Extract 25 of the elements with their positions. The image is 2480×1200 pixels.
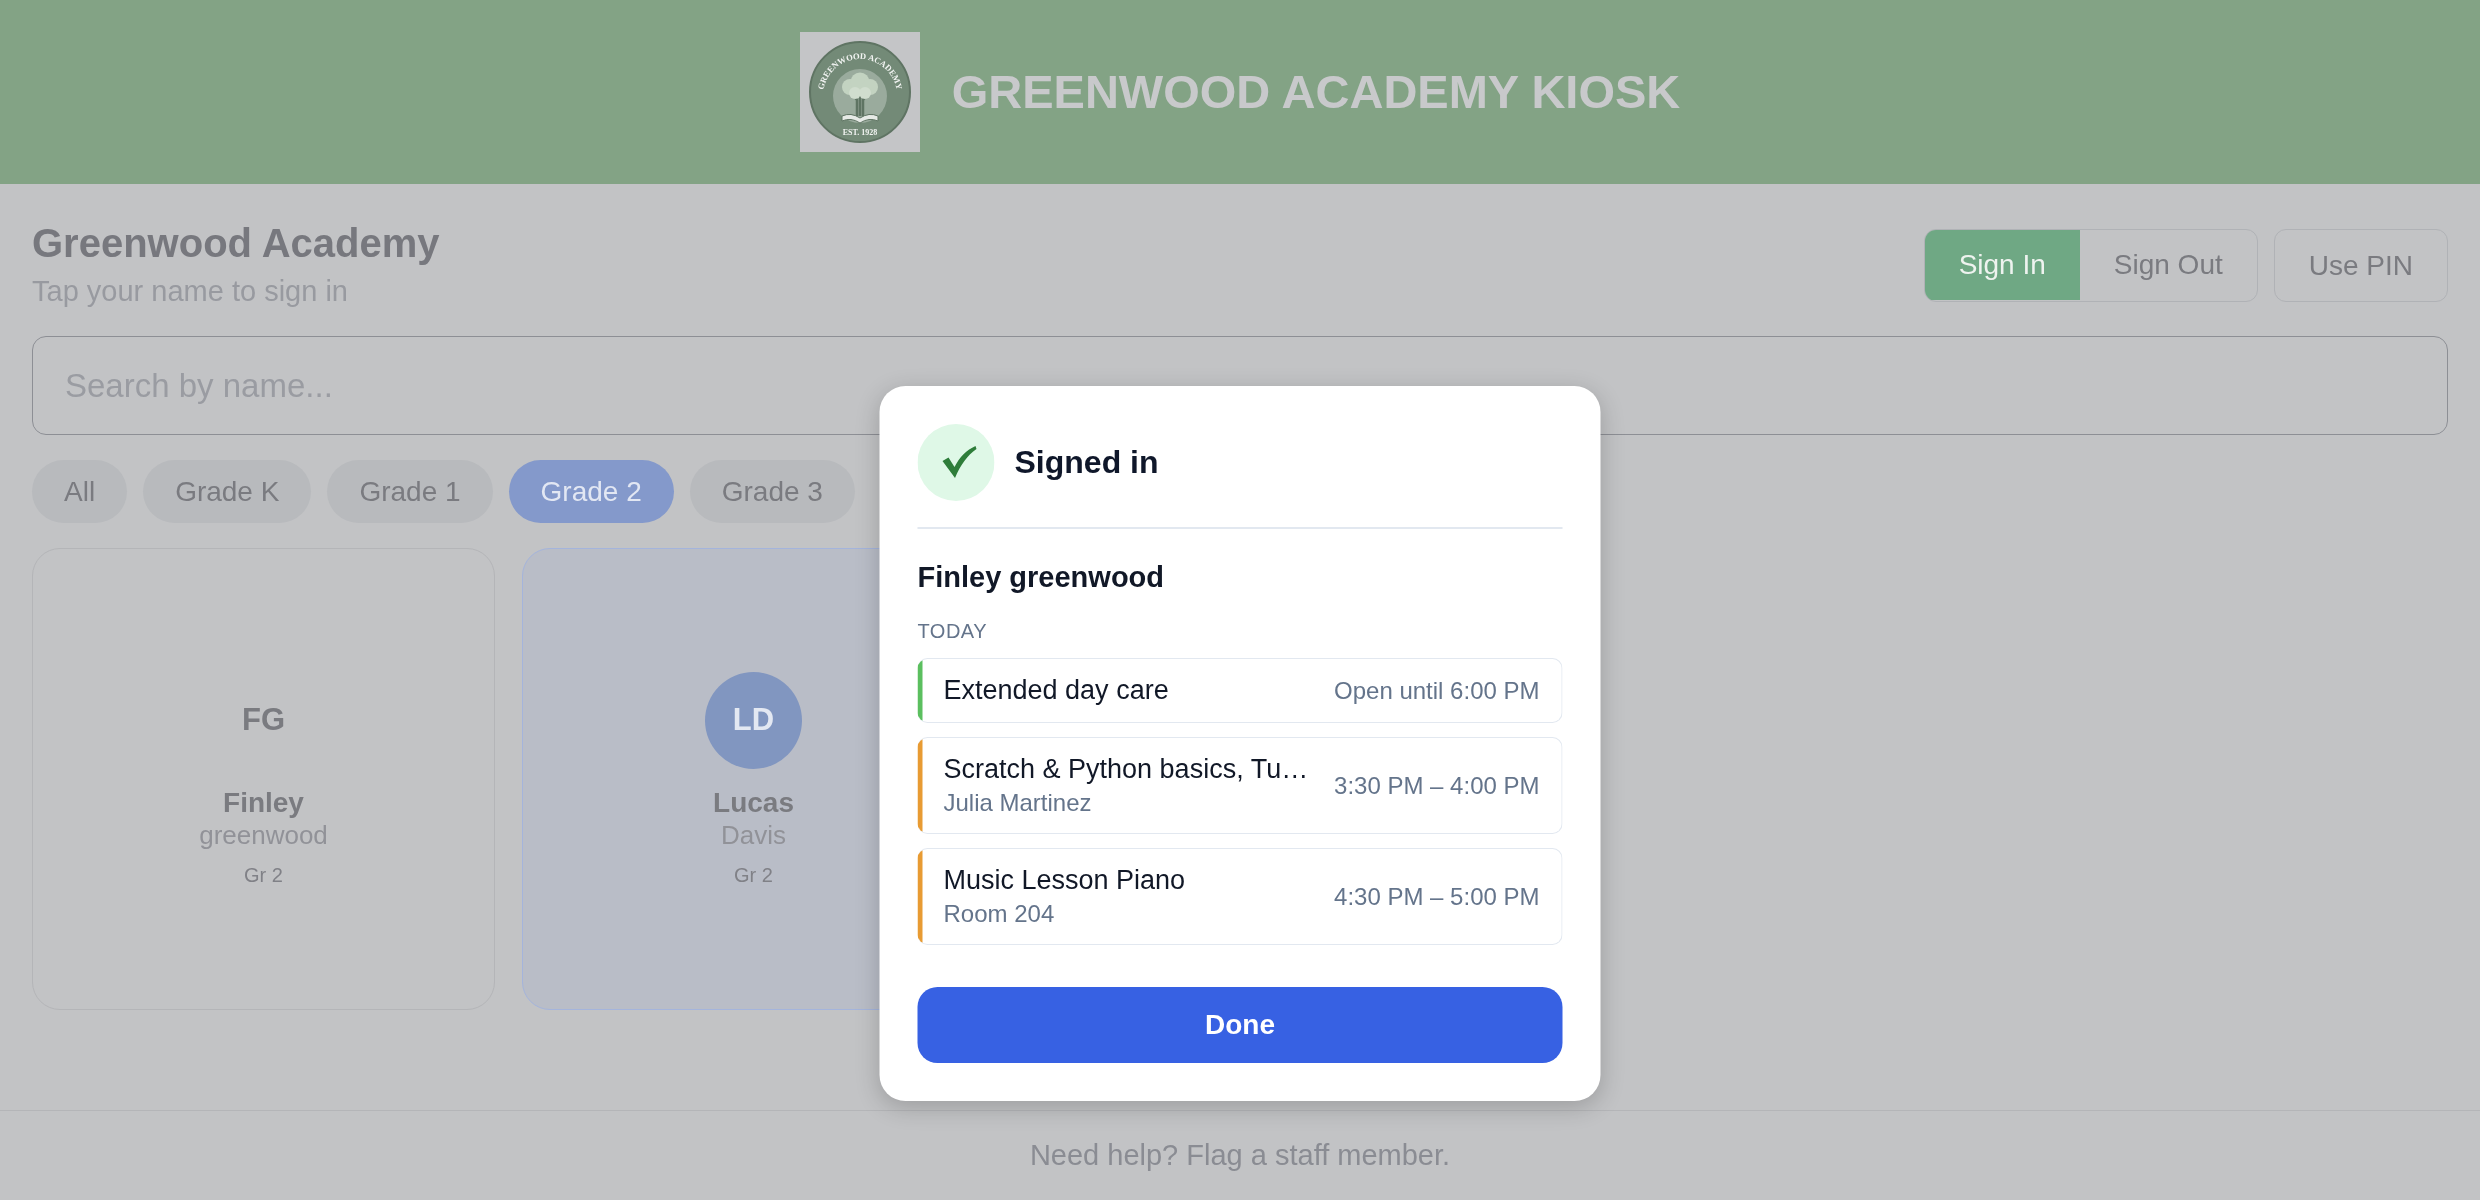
avatar: LD bbox=[705, 671, 802, 769]
book-icon bbox=[841, 113, 879, 124]
grade-filter-chip[interactable]: All bbox=[32, 460, 128, 523]
check-icon bbox=[917, 424, 995, 501]
mode-tab[interactable]: Sign In bbox=[1924, 230, 2080, 300]
help-text: Need help? Flag a staff member. bbox=[1029, 1139, 1451, 1172]
item-time: 4:30 PM – 5:00 PM bbox=[1334, 882, 1540, 911]
done-button[interactable]: Done bbox=[917, 987, 1563, 1063]
use-pin-button[interactable]: Use PIN bbox=[2273, 229, 2448, 302]
grade-filter-chip[interactable]: Grade 2 bbox=[508, 460, 674, 523]
grade-filter-chip[interactable]: Grade K bbox=[143, 460, 312, 523]
grade-filter-chip[interactable]: Grade 3 bbox=[689, 460, 855, 523]
student-first-name: Finley bbox=[223, 785, 304, 820]
app-title: GREENWOOD ACADEMY KIOSK bbox=[951, 64, 1681, 120]
page-title: Greenwood Academy bbox=[32, 220, 440, 266]
dialog-title: Signed in bbox=[1014, 444, 1159, 481]
item-time: 3:30 PM – 4:00 PM bbox=[1334, 771, 1540, 800]
logo-text: EST. 1928 bbox=[842, 128, 877, 137]
student-first-name: Lucas bbox=[713, 785, 794, 820]
student-grade: Gr 2 bbox=[734, 862, 773, 887]
avatar-initials: FG bbox=[241, 702, 286, 738]
grade-filter-chip[interactable]: Grade 1 bbox=[327, 460, 493, 523]
mode-tab[interactable]: Sign Out bbox=[2079, 230, 2257, 300]
student-grade: Gr 2 bbox=[244, 862, 283, 887]
item-time: Open until 6:00 PM bbox=[1334, 676, 1540, 705]
